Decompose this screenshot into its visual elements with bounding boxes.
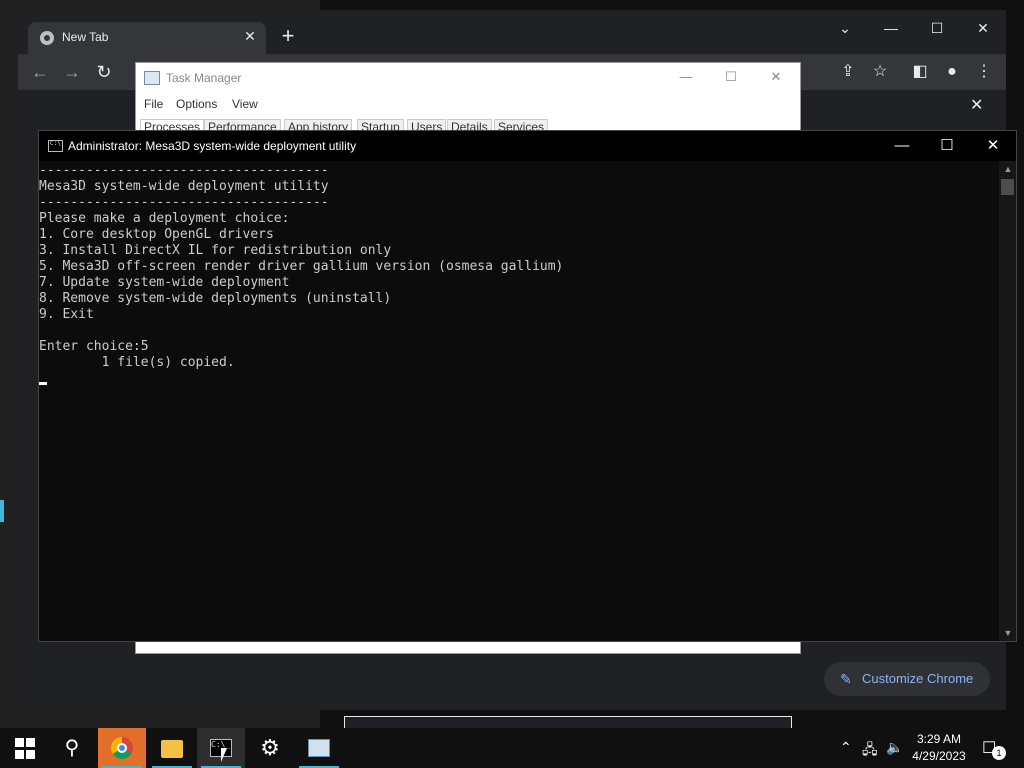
task-manager-title-bar: Task Manager — ☐ ✕ <box>136 63 800 93</box>
cmd-app-icon <box>48 140 63 152</box>
scrollbar-thumb[interactable] <box>1001 179 1014 195</box>
console-line: 5. Mesa3D off-screen render driver galli… <box>39 259 564 274</box>
tab-close-icon[interactable]: ✕ <box>242 28 258 44</box>
console-line: 1 file(s) copied. <box>39 355 235 370</box>
task-manager-minimize-button[interactable]: — <box>676 69 696 87</box>
ntp-close-icon[interactable]: ✕ <box>970 95 983 115</box>
cmd-title-bar[interactable]: Administrator: Mesa3D system-wide deploy… <box>39 131 1016 161</box>
gear-icon: ⚙ <box>260 735 280 760</box>
windows-taskbar: ⚲ C:\_ ⚙ ⌃ 🖧 🔈 3:29 AM 4/29/2023 ☐ 1 <box>0 728 1024 768</box>
console-line: ------------------------------------- <box>39 163 329 178</box>
console-line: 1. Core desktop OpenGL drivers <box>39 227 274 242</box>
back-arrow-icon[interactable]: ← <box>28 60 52 84</box>
menu-view[interactable]: View <box>232 97 258 111</box>
share-icon[interactable]: ⇪ <box>836 60 860 84</box>
customize-chrome-label: Customize Chrome <box>862 671 974 686</box>
console-line: 7. Update system-wide deployment <box>39 275 290 290</box>
taskbar-file-explorer-button[interactable] <box>148 728 196 768</box>
forward-arrow-icon[interactable]: → <box>60 60 84 84</box>
console-line: Please make a deployment choice: <box>39 211 290 226</box>
scroll-down-arrow-icon[interactable]: ▼ <box>1002 627 1014 639</box>
action-center-button[interactable]: ☐ 1 <box>982 738 1006 760</box>
task-manager-app-icon <box>144 71 160 85</box>
taskbar-settings-button[interactable]: ⚙ <box>246 728 294 768</box>
taskbar-search-button[interactable]: ⚲ <box>48 728 96 768</box>
task-manager-icon <box>308 739 330 757</box>
chrome-menu-kebab-icon[interactable]: ⋮ <box>972 60 996 84</box>
chrome-favicon-icon <box>40 31 54 45</box>
cmd-vertical-scrollbar[interactable]: ▲ ▼ <box>999 161 1016 641</box>
taskbar-clock[interactable]: 3:29 AM 4/29/2023 <box>908 731 970 765</box>
profile-avatar-icon[interactable]: ● <box>940 60 964 84</box>
taskbar-task-manager-button[interactable] <box>295 728 343 768</box>
chrome-close-button[interactable]: ✕ <box>960 14 1006 42</box>
console-line: Enter choice:5 <box>39 339 149 354</box>
chrome-icon <box>111 737 133 759</box>
chevron-up-icon[interactable]: ⌃ <box>840 739 852 756</box>
scroll-up-arrow-icon[interactable]: ▲ <box>1002 163 1014 175</box>
bookmark-star-icon[interactable]: ☆ <box>868 60 892 84</box>
task-manager-maximize-button[interactable]: ☐ <box>721 69 741 87</box>
menu-file[interactable]: File <box>144 97 163 111</box>
chrome-tab-new-tab[interactable]: New Tab ✕ <box>28 22 266 54</box>
folder-icon <box>161 740 183 758</box>
task-manager-menu-bar: File Options View <box>136 93 800 115</box>
cmd-maximize-button[interactable]: ☐ <box>932 135 962 157</box>
console-line: 3. Install DirectX IL for redistribution… <box>39 243 392 258</box>
volume-icon[interactable]: 🔈 <box>886 739 903 756</box>
console-line: Mesa3D system-wide deployment utility <box>39 179 329 194</box>
console-line: ------------------------------------- <box>39 195 329 210</box>
command-prompt-window[interactable]: Administrator: Mesa3D system-wide deploy… <box>38 130 1017 642</box>
cmd-window-title: Administrator: Mesa3D system-wide deploy… <box>68 139 357 153</box>
reload-icon[interactable]: ↻ <box>92 60 116 84</box>
task-manager-close-button[interactable]: ✕ <box>766 69 786 87</box>
tab-search-icon[interactable]: ⌄ <box>822 14 868 42</box>
taskbar-chrome-button[interactable] <box>98 728 146 768</box>
new-tab-button[interactable]: + <box>276 24 300 48</box>
background-selection-accent <box>0 500 4 522</box>
chrome-minimize-button[interactable]: — <box>868 14 914 42</box>
start-button[interactable] <box>0 728 48 768</box>
network-icon[interactable]: 🖧 <box>862 739 878 763</box>
text-cursor <box>39 382 47 385</box>
desktop: New Tab ✕ + ⌄ — ☐ ✕ ← → ↻ ⇪ ☆ ◧ ● ⋮ ✕ ✎ … <box>0 0 1024 730</box>
task-manager-title: Task Manager <box>166 71 242 85</box>
cmd-close-button[interactable]: ✕ <box>978 135 1008 157</box>
console-line: 8. Remove system-wide deployments (unins… <box>39 291 392 306</box>
console-line: 9. Exit <box>39 307 94 322</box>
clock-time: 3:29 AM <box>916 732 962 746</box>
customize-chrome-button[interactable]: ✎ Customize Chrome <box>824 662 990 696</box>
menu-options[interactable]: Options <box>176 97 217 111</box>
mouse-pointer-icon <box>221 748 233 762</box>
side-panel-icon[interactable]: ◧ <box>908 60 932 84</box>
chrome-tab-title: New Tab <box>62 30 109 44</box>
windows-logo-icon <box>15 738 37 760</box>
cmd-console-output[interactable]: ------------------------------------- Me… <box>39 161 999 641</box>
pencil-icon: ✎ <box>840 671 852 687</box>
clock-date: 4/29/2023 <box>912 749 966 763</box>
search-icon: ⚲ <box>64 737 80 759</box>
cmd-minimize-button[interactable]: — <box>887 135 917 157</box>
notification-count-badge: 1 <box>992 746 1006 760</box>
chrome-tab-bar: New Tab ✕ + ⌄ — ☐ ✕ <box>18 10 1006 54</box>
chrome-maximize-button[interactable]: ☐ <box>914 14 960 42</box>
